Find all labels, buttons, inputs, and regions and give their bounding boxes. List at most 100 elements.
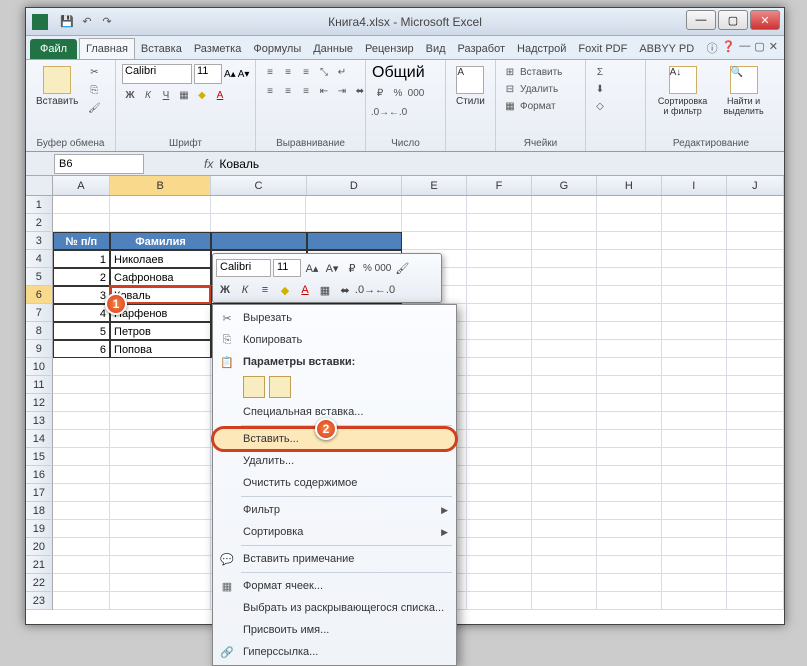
cell-F2[interactable] [467, 214, 532, 232]
row-header-9[interactable]: 9 [26, 340, 53, 358]
row-header-10[interactable]: 10 [26, 358, 53, 376]
cell-G22[interactable] [532, 574, 597, 592]
cell-H12[interactable] [597, 394, 662, 412]
undo-icon[interactable]: ↶ [78, 13, 96, 31]
cell-G3[interactable] [532, 232, 597, 250]
ctx-define-name[interactable]: Присвоить имя... [213, 619, 456, 641]
cell-I15[interactable] [662, 448, 727, 466]
cell-B16[interactable] [110, 466, 211, 484]
row-header-16[interactable]: 16 [26, 466, 53, 484]
cell-I3[interactable] [662, 232, 727, 250]
paste-option-1[interactable] [243, 376, 265, 398]
col-header-G[interactable]: G [532, 176, 597, 195]
cell-G16[interactable] [532, 466, 597, 484]
cell-I21[interactable] [662, 556, 727, 574]
cell-I20[interactable] [662, 538, 727, 556]
cell-I10[interactable] [662, 358, 727, 376]
cell-G5[interactable] [532, 268, 597, 286]
mini-decimal-inc-icon[interactable]: .0→ [356, 281, 374, 299]
save-icon[interactable]: 💾 [58, 13, 76, 31]
cell-J15[interactable] [727, 448, 784, 466]
cell-H7[interactable] [597, 304, 662, 322]
cell-J20[interactable] [727, 538, 784, 556]
cell-F16[interactable] [467, 466, 532, 484]
cell-B20[interactable] [110, 538, 211, 556]
quick-access-toolbar[interactable]: 💾 ↶ ↷ [58, 13, 116, 31]
cell-J23[interactable] [727, 592, 784, 610]
italic-icon[interactable]: К [140, 87, 156, 103]
cell-J17[interactable] [727, 484, 784, 502]
wrap-text-icon[interactable]: ↵ [334, 64, 350, 80]
file-tab[interactable]: Файл [30, 39, 77, 59]
align-bot-icon[interactable]: ≡ [298, 64, 314, 80]
cell-H5[interactable] [597, 268, 662, 286]
cell-H18[interactable] [597, 502, 662, 520]
tab-foxit[interactable]: Foxit PDF [572, 39, 633, 59]
cell-J5[interactable] [727, 268, 784, 286]
fx-icon[interactable]: fx [204, 157, 213, 171]
cell-G21[interactable] [532, 556, 597, 574]
cell-B10[interactable] [110, 358, 211, 376]
cell-D1[interactable] [306, 196, 401, 214]
cell-B8[interactable]: Петров [110, 322, 211, 340]
cell-I6[interactable] [662, 286, 727, 304]
cell-H1[interactable] [597, 196, 662, 214]
paste-option-2[interactable] [269, 376, 291, 398]
format-painter-icon[interactable]: 🖌 [86, 100, 102, 116]
font-name-combo[interactable]: Calibri [122, 64, 192, 84]
cell-G6[interactable] [532, 286, 597, 304]
tab-addins[interactable]: Надстрой [511, 39, 572, 59]
cell-F11[interactable] [467, 376, 532, 394]
cell-G14[interactable] [532, 430, 597, 448]
cell-H3[interactable] [597, 232, 662, 250]
cell-A22[interactable] [53, 574, 110, 592]
autosum-icon[interactable]: Σ [592, 64, 608, 80]
font-color-icon[interactable]: A [212, 87, 228, 103]
cell-J14[interactable] [727, 430, 784, 448]
cell-A16[interactable] [53, 466, 110, 484]
find-select-button[interactable]: 🔍 Найти и выделить [717, 64, 770, 118]
col-header-J[interactable]: J [727, 176, 784, 195]
underline-icon[interactable]: Ч [158, 87, 174, 103]
tab-view[interactable]: Вид [420, 39, 452, 59]
col-header-D[interactable]: D [307, 176, 402, 195]
cell-A6[interactable]: 3 [53, 286, 110, 304]
help-icon[interactable]: ❓ [722, 40, 736, 56]
align-top-icon[interactable]: ≡ [262, 64, 278, 80]
cell-B12[interactable] [110, 394, 211, 412]
dec-decimal-icon[interactable]: ←.0 [390, 104, 406, 120]
cell-I8[interactable] [662, 322, 727, 340]
cell-J8[interactable] [727, 322, 784, 340]
orientation-icon[interactable]: ⤡ [316, 64, 332, 80]
cell-F15[interactable] [467, 448, 532, 466]
bold-icon[interactable]: Ж [122, 87, 138, 103]
cell-H17[interactable] [597, 484, 662, 502]
cell-B9[interactable]: Попова [110, 340, 211, 358]
row-header-6[interactable]: 6 [26, 286, 53, 304]
cell-A18[interactable] [53, 502, 110, 520]
row-header-1[interactable]: 1 [26, 196, 53, 214]
mini-fill-icon[interactable]: ◆ [276, 281, 294, 299]
row-header-23[interactable]: 23 [26, 592, 53, 610]
cell-F7[interactable] [467, 304, 532, 322]
cell-H10[interactable] [597, 358, 662, 376]
cell-H15[interactable] [597, 448, 662, 466]
cell-F13[interactable] [467, 412, 532, 430]
cell-G20[interactable] [532, 538, 597, 556]
cell-I14[interactable] [662, 430, 727, 448]
cell-I13[interactable] [662, 412, 727, 430]
cell-A10[interactable] [53, 358, 110, 376]
cell-E2[interactable] [402, 214, 467, 232]
cell-I23[interactable] [662, 592, 727, 610]
number-format-combo[interactable]: Общий [372, 64, 440, 82]
cells-delete[interactable]: ⊟Удалить [502, 81, 558, 97]
cell-F3[interactable] [467, 232, 532, 250]
align-mid-icon[interactable]: ≡ [280, 64, 296, 80]
fill-icon[interactable]: ⬇ [592, 81, 608, 97]
ctx-hyperlink[interactable]: 🔗Гиперссылка... [213, 641, 456, 663]
align-left-icon[interactable]: ≡ [262, 83, 278, 99]
row-header-14[interactable]: 14 [26, 430, 53, 448]
mini-size-combo[interactable]: 11 [273, 259, 301, 277]
row-header-8[interactable]: 8 [26, 322, 53, 340]
cell-G17[interactable] [532, 484, 597, 502]
